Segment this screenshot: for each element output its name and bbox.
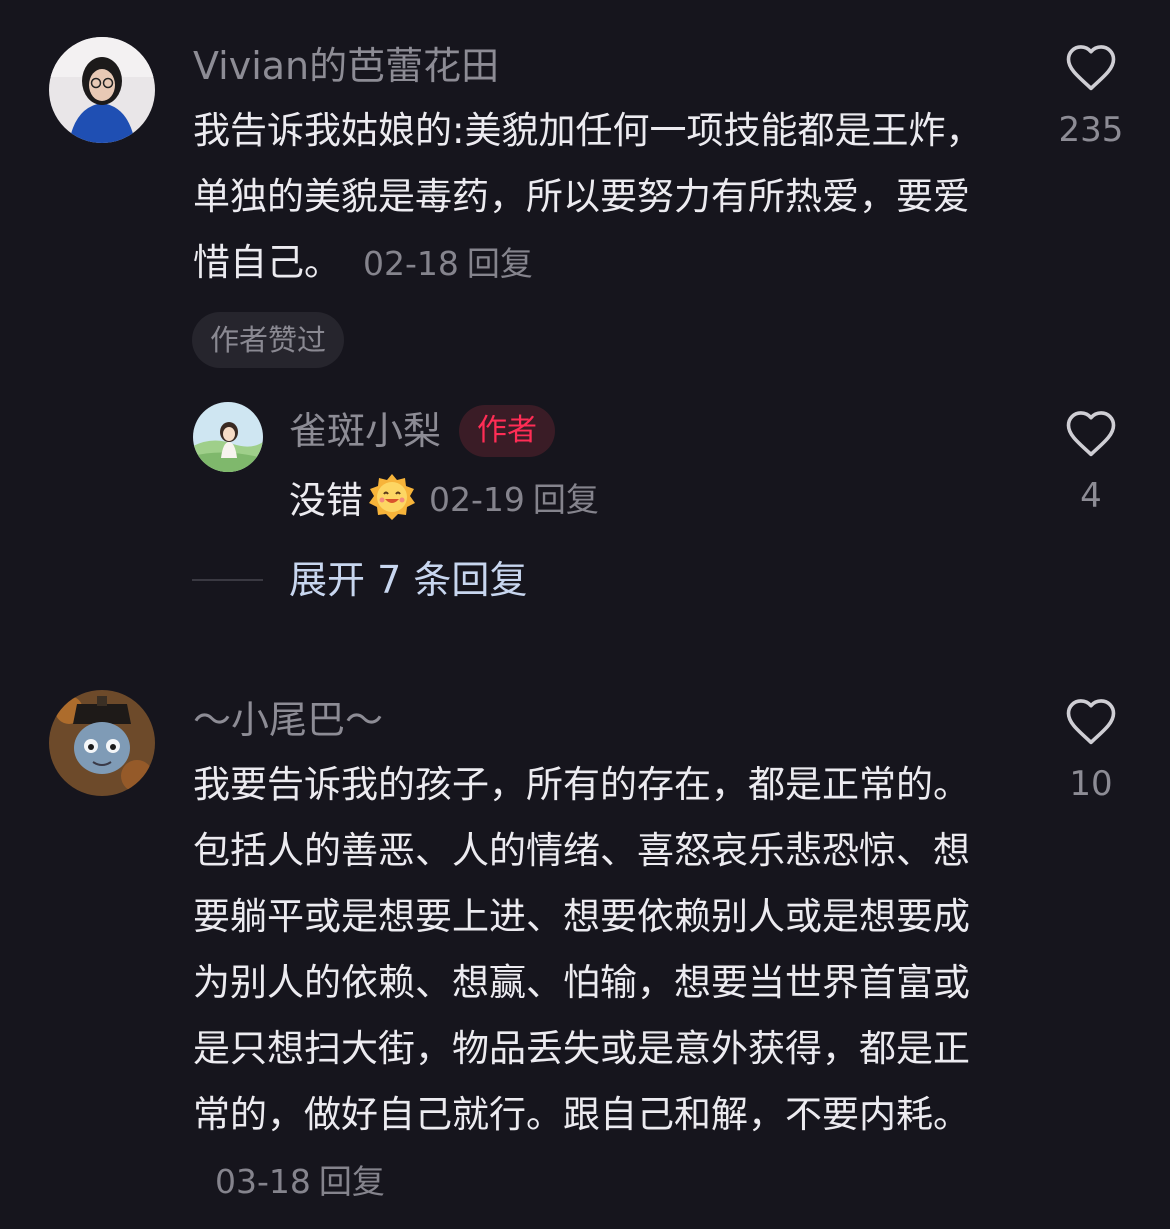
reply-header: 雀斑小梨 作者 (289, 405, 556, 457)
reply-text: 没错 02-19 回复 (289, 470, 599, 524)
like-button[interactable]: 235 (1059, 42, 1123, 150)
smiling-face-emoji (369, 474, 415, 520)
reply-date: 02-19 (429, 480, 525, 519)
comment-body: 我要告诉我的孩子，所有的存在，都是正常的。包括人的善恶、人的情绪、喜怒哀乐悲恐惊… (193, 763, 970, 1136)
like-button[interactable]: 10 (1059, 696, 1123, 804)
reply-avatar[interactable] (193, 402, 263, 472)
comment-meta: 02-18 回复 (363, 244, 533, 283)
avatar[interactable] (49, 690, 155, 796)
expand-divider (192, 579, 263, 581)
comment-username[interactable]: Vivian的芭蕾花田 (193, 42, 499, 90)
reply-like-button[interactable]: 4 (1059, 408, 1123, 516)
comment-date: 03-18 (215, 1162, 311, 1201)
heart-outline-icon[interactable] (1064, 42, 1118, 92)
heart-outline-icon[interactable] (1064, 696, 1118, 746)
heart-outline-icon[interactable] (1064, 408, 1118, 458)
reply-username[interactable]: 雀斑小梨 (289, 407, 441, 455)
comment-body: 我告诉我姑娘的:美貌加任何一项技能都是王炸，单独的美貌是毒药，所以要努力有所热爱… (193, 109, 983, 284)
author-badge: 作者 (459, 405, 556, 457)
like-count: 235 (1058, 110, 1124, 150)
reply-button[interactable]: 回复 (467, 244, 533, 283)
comment-text: 我告诉我姑娘的:美貌加任何一项技能都是王炸，单独的美貌是毒药，所以要努力有所热爱… (193, 98, 1003, 297)
like-count: 4 (1080, 476, 1102, 516)
avatar[interactable] (49, 37, 155, 143)
comment-text: 我要告诉我的孩子，所有的存在，都是正常的。包括人的善恶、人的情绪、喜怒哀乐悲恐惊… (193, 752, 1003, 1215)
reply-button[interactable]: 回复 (319, 1162, 385, 1201)
reply-body: 没错 (289, 479, 363, 522)
comment-meta: 03-18 回复 (215, 1162, 385, 1201)
like-count: 10 (1069, 764, 1113, 804)
reply-button[interactable]: 回复 (533, 480, 599, 519)
reply-meta: 02-19 回复 (429, 473, 599, 521)
comment-username[interactable]: ～小尾巴～ (193, 696, 383, 744)
comment-date: 02-18 (363, 244, 459, 283)
author-liked-badge: 作者赞过 (192, 312, 345, 368)
expand-replies-link[interactable]: 展开 7 条回复 (289, 556, 527, 604)
